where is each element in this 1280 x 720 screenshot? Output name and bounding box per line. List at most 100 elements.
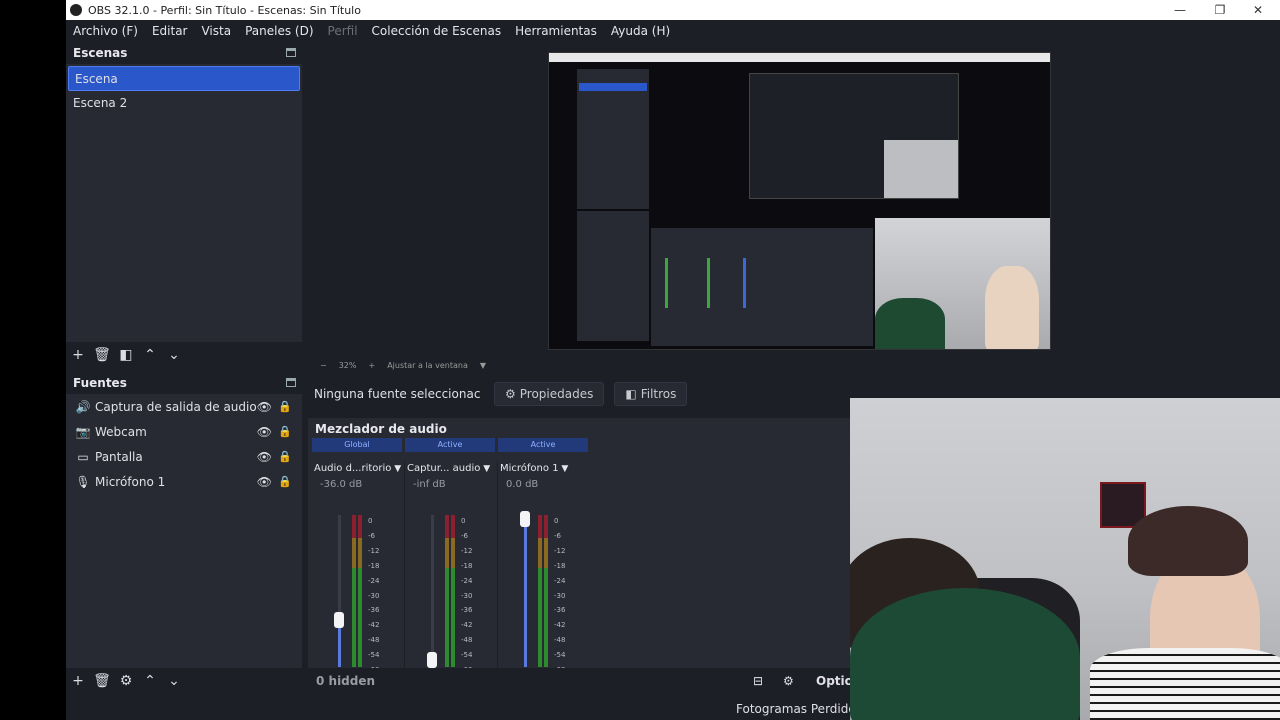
move-up-icon[interactable]: ⌃ (138, 347, 162, 363)
audio-level-meter (538, 515, 542, 667)
channel-name[interactable]: Audio d...ritorio ▼ (312, 461, 404, 477)
menu-editar[interactable]: Editar (145, 24, 195, 38)
move-down-icon[interactable]: ⌄ (162, 673, 186, 689)
volume-slider[interactable] (431, 515, 434, 667)
volume-fill (524, 519, 527, 667)
no-source-selected-label: Ninguna fuente seleccionac (314, 387, 481, 401)
visibility-eye-icon[interactable]: 👁 (257, 450, 272, 464)
meter-scale-tick: -30 (368, 591, 380, 600)
channel-name-text: Captur... audio (407, 463, 481, 474)
restore-button[interactable]: ❐ (1202, 0, 1238, 20)
nested-titlebar (549, 53, 1050, 62)
zoom-in-button[interactable]: + (368, 361, 375, 370)
striped-shirt (1090, 648, 1280, 720)
menu-ayuda[interactable]: Ayuda (H) (604, 24, 677, 38)
fit-to-window[interactable]: Ajustar a la ventana (387, 361, 468, 370)
channel-name-text: Audio d...ritorio (314, 463, 392, 474)
source-item[interactable]: 🎙 Micrófono 1 👁 🔒 (66, 469, 302, 494)
channel-mode-label: Global (312, 438, 402, 452)
channel-name[interactable]: Micrófono 1 ▼ (498, 461, 590, 477)
move-down-icon[interactable]: ⌄ (162, 347, 186, 363)
source-label: Pantalla (95, 449, 143, 464)
meter-scale-tick: -6 (461, 531, 468, 540)
hidden-count: 0 hidden (316, 674, 376, 688)
sources-toolbar: + 🗑 ⚙ ⌃ ⌄ (66, 668, 302, 694)
audio-level-meter (445, 515, 449, 667)
undock-icon[interactable] (286, 48, 296, 57)
webcam-overlay (850, 398, 1280, 720)
visibility-eye-icon[interactable]: 👁 (257, 425, 272, 439)
properties-label: Propiedades (519, 387, 594, 401)
visibility-eye-icon[interactable]: 👁 (257, 475, 272, 489)
zoom-level: 32% (338, 360, 357, 370)
nested-scenes-dock (577, 69, 649, 209)
source-label: Webcam (95, 424, 147, 439)
layout-icon[interactable]: ⊟ (753, 674, 763, 688)
cap (1128, 506, 1248, 576)
source-settings-gear-icon[interactable]: ⚙ (114, 673, 138, 689)
meter-scale-tick: -6 (368, 531, 375, 540)
scene-item[interactable]: Escena (68, 66, 300, 91)
chevron-down-icon[interactable]: ▼ (480, 464, 490, 474)
audio-mixer-dock: Mezclador de audio Global Audio d...ritor… (308, 418, 853, 682)
menu-perfil[interactable]: Perfil (321, 24, 365, 38)
visibility-eye-icon[interactable]: 👁 (257, 400, 272, 414)
meter-scale-tick: -54 (368, 651, 380, 660)
volume-slider-handle[interactable] (427, 652, 437, 668)
meter-scale-tick: -30 (554, 591, 566, 600)
volume-slider-handle[interactable] (334, 612, 344, 628)
source-item[interactable]: ▭ Pantalla 👁 🔒 (66, 444, 302, 469)
preview-canvas[interactable] (548, 52, 1051, 350)
lock-icon[interactable]: 🔒 (278, 450, 292, 463)
meter-scale-tick: -36 (554, 606, 566, 615)
zoom-out-button[interactable]: − (320, 361, 327, 370)
meter-scale-tick: -12 (461, 546, 473, 555)
channel-name[interactable]: Captur... audio ▼ (405, 461, 497, 477)
undock-icon[interactable] (286, 378, 296, 387)
move-up-icon[interactable]: ⌃ (138, 673, 162, 689)
chevron-down-icon[interactable]: ▼ (480, 361, 486, 370)
meter-scale-tick: -42 (368, 621, 380, 630)
menu-paneles[interactable]: Paneles (D) (238, 24, 320, 38)
meter-scale-tick: -42 (554, 621, 566, 630)
chevron-down-icon[interactable]: ▼ (559, 464, 568, 474)
add-source-icon[interactable]: + (66, 673, 90, 689)
menu-archivo[interactable]: Archivo (F) (66, 24, 145, 38)
sources-title: Fuentes (73, 376, 127, 390)
sources-dock-title: Fuentes (66, 372, 302, 394)
channel-db-readout: 0.0 dB (506, 479, 539, 490)
add-scene-icon[interactable]: + (66, 347, 90, 363)
menu-herramientas[interactable]: Herramientas (508, 24, 604, 38)
filters-button[interactable]: ◧ Filtros (614, 382, 688, 406)
volume-slider-handle[interactable] (520, 511, 530, 527)
meter-scale-tick: 0 (368, 517, 373, 525)
audio-level-meter (352, 515, 356, 667)
speaker-icon: 🔊 (75, 399, 91, 414)
microphone-icon: 🎙 (75, 474, 91, 489)
lock-icon[interactable]: 🔒 (278, 400, 292, 413)
close-button[interactable]: ✕ (1240, 0, 1276, 20)
preview-area (308, 42, 1280, 357)
chevron-down-icon[interactable]: ▼ (391, 464, 401, 474)
meter-scale-tick: -6 (554, 531, 561, 540)
menu-vista[interactable]: Vista (194, 24, 238, 38)
scene-filters-icon[interactable]: ◧ (114, 347, 138, 363)
lock-icon[interactable]: 🔒 (278, 425, 292, 438)
minimize-button[interactable]: — (1162, 0, 1198, 20)
source-item[interactable]: 📷 Webcam 👁 🔒 (66, 419, 302, 444)
remove-source-icon[interactable]: 🗑 (90, 673, 114, 689)
menu-bar: Archivo (F) Editar Vista Paneles (D) Per… (66, 20, 1280, 42)
lock-icon[interactable]: 🔒 (278, 475, 292, 488)
properties-button[interactable]: ⚙ Propiedades (494, 382, 605, 406)
advanced-audio-gear-icon[interactable]: ⚙ (783, 674, 794, 688)
meter-scale-tick: -36 (368, 606, 380, 615)
audio-level-meter (544, 515, 548, 667)
meter-scale-tick: -48 (368, 636, 380, 645)
source-label: Captura de salida de audio (95, 399, 257, 414)
scene-item[interactable]: Escena 2 (66, 91, 302, 116)
source-item[interactable]: 🔊 Captura de salida de audio 👁 🔒 (66, 394, 302, 419)
scenes-title: Escenas (73, 46, 128, 60)
menu-coleccion-escenas[interactable]: Colección de Escenas (365, 24, 509, 38)
nested-sources-dock (577, 211, 649, 341)
remove-scene-icon[interactable]: 🗑 (90, 347, 114, 363)
